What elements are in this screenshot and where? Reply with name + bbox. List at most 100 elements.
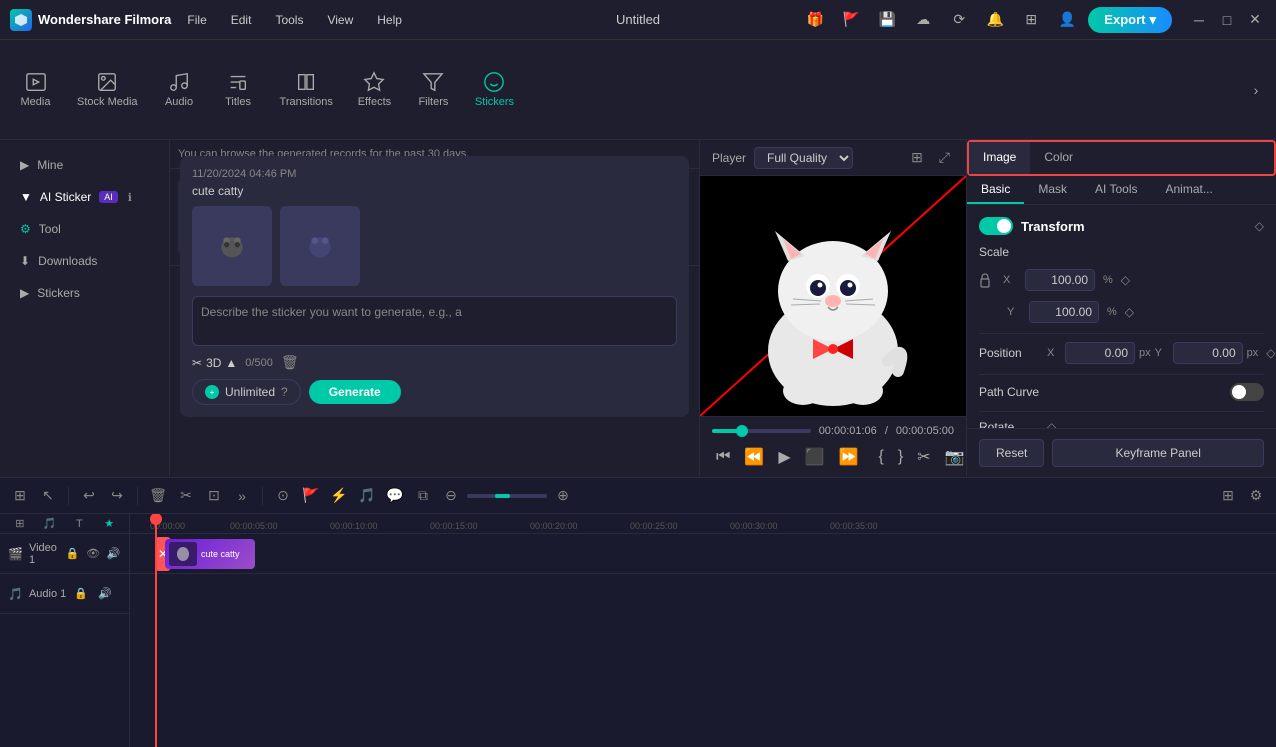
tl-marker-btn[interactable]: 🚩 bbox=[299, 484, 323, 508]
rewind-button[interactable]: ⏮ bbox=[712, 446, 734, 468]
generate-button[interactable]: Generate bbox=[309, 380, 401, 404]
toolbar-more[interactable]: › bbox=[1244, 78, 1268, 102]
menu-edit[interactable]: Edit bbox=[223, 9, 260, 31]
sidebar-item-downloads[interactable]: ⬇ Downloads bbox=[8, 246, 161, 276]
gift-icon-btn[interactable]: 🎁 bbox=[802, 7, 828, 33]
subtab-animation[interactable]: Animat... bbox=[1151, 176, 1226, 204]
gen-thumb-1[interactable] bbox=[192, 206, 272, 286]
sidebar-item-tool[interactable]: ⚙ Tool bbox=[8, 214, 161, 244]
play-button[interactable]: ▶ bbox=[774, 445, 794, 469]
gen-thumb-2[interactable] bbox=[280, 206, 360, 286]
snapshot-button[interactable]: 📷 bbox=[941, 445, 966, 469]
tl-add-audio-btn[interactable]: 🎵 bbox=[38, 514, 62, 536]
tl-settings-btn[interactable]: ⚙ bbox=[1244, 484, 1268, 508]
toolbar-media[interactable]: Media bbox=[8, 65, 63, 114]
tl-add-video-btn[interactable]: ⊞ bbox=[8, 514, 32, 536]
video-track-lock-btn[interactable]: 🔒 bbox=[65, 545, 80, 563]
position-y-input[interactable] bbox=[1173, 342, 1243, 364]
sidebar-item-stickers[interactable]: ▶ Stickers bbox=[8, 278, 161, 308]
fullscreen-icon[interactable]: ⤢ bbox=[935, 147, 954, 168]
split-button[interactable]: ✂ bbox=[913, 445, 934, 469]
save-icon-btn[interactable]: 💾 bbox=[874, 7, 900, 33]
tl-cursor-btn[interactable]: ↖ bbox=[36, 484, 60, 508]
tl-split2-btn[interactable]: ⚡ bbox=[327, 484, 351, 508]
keyframe-panel-button[interactable]: Keyframe Panel bbox=[1052, 439, 1264, 467]
tab-color[interactable]: Color bbox=[1030, 142, 1087, 174]
trash-icon[interactable]: 🗑 bbox=[281, 354, 299, 371]
mark-out-button[interactable]: } bbox=[894, 446, 907, 468]
tl-crop-btn[interactable]: ⊡ bbox=[202, 484, 226, 508]
reset-button[interactable]: Reset bbox=[979, 439, 1044, 467]
sidebar-item-ai-sticker[interactable]: ▼ AI Sticker AI ℹ bbox=[8, 182, 161, 212]
video-clip[interactable]: cute catty bbox=[165, 539, 255, 569]
toolbar-transitions[interactable]: Transitions bbox=[270, 65, 343, 114]
share-icon-btn[interactable]: ⟳ bbox=[946, 7, 972, 33]
toolbar-filters[interactable]: Filters bbox=[406, 65, 461, 114]
avatar-btn[interactable]: 👤 bbox=[1054, 7, 1080, 33]
menu-file[interactable]: File bbox=[179, 9, 214, 31]
scale-y-keyframe[interactable]: ◇ bbox=[1125, 305, 1134, 319]
transform-toggle[interactable] bbox=[979, 217, 1013, 235]
tl-grid-btn[interactable]: ⊞ bbox=[1216, 484, 1240, 508]
scale-y-input[interactable] bbox=[1029, 301, 1099, 323]
transform-keyframe-diamond[interactable]: ◇ bbox=[1255, 219, 1264, 233]
tl-plus-btn[interactable]: ⊕ bbox=[551, 484, 575, 508]
playhead[interactable] bbox=[155, 514, 157, 747]
progress-handle[interactable] bbox=[736, 425, 748, 437]
progress-bar[interactable]: 00:00:01:06 / 00:00:05:00 bbox=[712, 425, 954, 437]
tl-pip-btn[interactable]: ⧉ bbox=[411, 484, 435, 508]
menu-tools[interactable]: Tools bbox=[267, 9, 311, 31]
tl-more-btn[interactable]: » bbox=[230, 484, 254, 508]
subtab-basic[interactable]: Basic bbox=[967, 176, 1024, 204]
tl-add-title-btn[interactable]: T bbox=[68, 514, 92, 536]
tl-audio-btn[interactable]: 🎵 bbox=[355, 484, 379, 508]
toolbar-titles[interactable]: Titles bbox=[211, 65, 266, 114]
tl-subtitle-btn[interactable]: 💬 bbox=[383, 484, 407, 508]
subtab-ai-tools[interactable]: AI Tools bbox=[1081, 176, 1151, 204]
rotate-keyframe[interactable]: ◇ bbox=[1047, 420, 1056, 428]
tl-redo-btn[interactable]: ↪ bbox=[105, 484, 129, 508]
progress-track[interactable] bbox=[712, 429, 811, 433]
toolbar-effects[interactable]: Effects bbox=[347, 65, 402, 114]
tl-sticker-btn[interactable]: ★ bbox=[97, 514, 121, 536]
unlimited-button[interactable]: + Unlimited ? bbox=[192, 379, 301, 405]
stop-button[interactable]: ⬛ bbox=[801, 445, 829, 469]
tl-undo-btn[interactable]: ↩ bbox=[77, 484, 101, 508]
toolbar-audio[interactable]: Audio bbox=[152, 65, 207, 114]
gen-input[interactable]: Describe the sticker you want to generat… bbox=[192, 296, 677, 346]
menu-view[interactable]: View bbox=[319, 9, 361, 31]
audio-track-lock-btn[interactable]: 🔒 bbox=[72, 585, 90, 603]
tl-delete-btn[interactable]: 🗑 bbox=[146, 484, 170, 508]
minimize-button[interactable]: ─ bbox=[1188, 9, 1210, 31]
mark-in-button[interactable]: { bbox=[874, 446, 887, 468]
export-button[interactable]: Reset Export ▾ bbox=[1088, 7, 1172, 33]
tab-image[interactable]: Image bbox=[969, 142, 1030, 174]
audio-track-vol-btn[interactable]: 🔊 bbox=[96, 585, 114, 603]
toolbar-stock-media[interactable]: Stock Media bbox=[67, 65, 148, 114]
scale-x-keyframe[interactable]: ◇ bbox=[1121, 273, 1130, 287]
close-button[interactable]: ✕ bbox=[1244, 9, 1266, 31]
menu-help[interactable]: Help bbox=[369, 9, 410, 31]
gen-3d-toggle[interactable]: ✂ 3D ▲ bbox=[192, 356, 237, 370]
alarm-icon-btn[interactable]: 🔔 bbox=[982, 7, 1008, 33]
position-keyframe[interactable]: ◇ bbox=[1266, 346, 1275, 360]
tl-playhead-btn[interactable]: ⊙ bbox=[271, 484, 295, 508]
subtab-mask[interactable]: Mask bbox=[1024, 176, 1081, 204]
zoom-track[interactable] bbox=[467, 494, 547, 498]
cloud-icon-btn[interactable]: ☁ bbox=[910, 7, 936, 33]
step-back-button[interactable]: ⏪ bbox=[740, 445, 768, 469]
position-x-input[interactable] bbox=[1065, 342, 1135, 364]
tl-minus-btn[interactable]: ⊖ bbox=[439, 484, 463, 508]
grid-icon-btn[interactable]: ⊞ bbox=[1018, 7, 1044, 33]
grid-view-icon[interactable]: ⊞ bbox=[907, 147, 927, 168]
tl-split-btn[interactable]: ✂ bbox=[174, 484, 198, 508]
quality-select[interactable]: Full Quality bbox=[754, 147, 853, 169]
video-track-eye-btn[interactable]: 👁 bbox=[86, 545, 101, 563]
scale-x-input[interactable] bbox=[1025, 269, 1095, 291]
tl-snap-btn[interactable]: ⊞ bbox=[8, 484, 32, 508]
step-forward-button[interactable]: ⏩ bbox=[835, 445, 863, 469]
maximize-button[interactable]: □ bbox=[1216, 9, 1238, 31]
toolbar-stickers[interactable]: Stickers bbox=[465, 65, 524, 114]
flag-icon-btn[interactable]: 🚩 bbox=[838, 7, 864, 33]
video-track-vol-btn[interactable]: 🔊 bbox=[106, 545, 121, 563]
